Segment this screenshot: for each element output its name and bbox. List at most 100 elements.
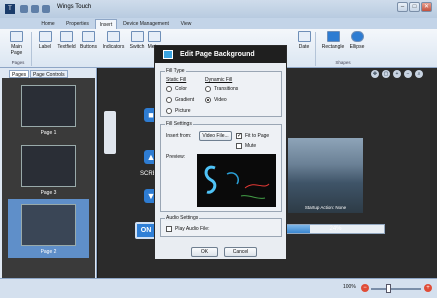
fill-settings-group: Fill Settings Insert from: Video File...… [160, 121, 282, 212]
fill-type-group: Fill Type Static Fill Dynamic Fill Color… [160, 68, 282, 117]
static-fill-label: Static Fill [166, 77, 187, 83]
audio-settings-group: Audio Settings Play Audio File: [160, 215, 282, 237]
fit-to-page-checkbox[interactable] [236, 132, 242, 139]
dialog-title: Edit Page Background [180, 51, 255, 58]
zoom-out-icon[interactable]: − [404, 70, 412, 78]
progress-bar: 24% [286, 224, 385, 234]
window-title: Wings Touch [57, 4, 92, 10]
color-option-label: Color [175, 86, 187, 92]
textfield-button[interactable]: Textfield [56, 31, 77, 50]
tab-view[interactable]: View [175, 19, 197, 29]
label-icon [38, 31, 52, 42]
ellipse-button[interactable]: Ellipse [348, 31, 366, 50]
progress-label: 24% [329, 226, 342, 232]
zoom-level: 100% [343, 284, 356, 290]
minimize-button[interactable]: – [397, 2, 408, 12]
tab-properties[interactable]: Properties [61, 19, 94, 29]
maximize-button[interactable]: □ [409, 2, 420, 12]
meter-icon [147, 31, 161, 42]
calendar-icon [297, 31, 311, 42]
indicators-icon [107, 31, 120, 42]
insert-from-label: Insert from: [166, 133, 192, 139]
app-logo-icon[interactable]: T [5, 4, 15, 14]
cancel-button[interactable]: Cancel [224, 247, 257, 257]
photo-caption: Startup Action: None [304, 205, 347, 210]
tab-page-controls[interactable]: Page Controls [30, 70, 68, 78]
dynamic-fill-label: Dynamic Fill [205, 77, 233, 83]
edit-page-background-dialog: Edit Page Background Fill Type Static Fi… [154, 45, 287, 260]
dialog-title-bar: Edit Page Background [155, 46, 286, 63]
rectangle-button[interactable]: Rectangle [319, 31, 347, 50]
startup-image[interactable]: Startup Action: None [288, 138, 363, 213]
page-thumbnail-list[interactable]: Page 1 Page 3 Page 2 [2, 78, 95, 283]
fill-settings-legend: Fill Settings [165, 121, 193, 127]
page-background-icon [163, 50, 173, 59]
page-label: Page 3 [40, 190, 57, 196]
zoom-in-button[interactable]: + [424, 284, 432, 292]
ribbon-separator [31, 32, 32, 66]
picture-option-label: Picture [175, 108, 191, 114]
fit-icon[interactable]: ▢ [382, 70, 390, 78]
play-audio-label: Play Audio File: [175, 226, 210, 232]
ribbon-separator [315, 32, 316, 66]
gradient-option-label: Gradient [175, 97, 195, 103]
rectangle-icon [326, 31, 340, 42]
video-preview-image [204, 165, 270, 199]
tab-home[interactable]: Home [36, 19, 60, 29]
video-file-button[interactable]: Video File... [199, 131, 232, 141]
ok-button[interactable]: OK [191, 247, 218, 257]
tab-pages[interactable]: Pages [9, 70, 30, 78]
transitions-radio[interactable] [205, 86, 211, 92]
page-label: Page 2 [40, 249, 57, 255]
page-thumbnail[interactable]: Page 1 [8, 85, 89, 136]
label-button[interactable]: Label [35, 31, 55, 50]
tab-device-management[interactable]: Device Management [118, 19, 174, 29]
transitions-option-label: Transitions [214, 86, 239, 92]
zoom-out-button[interactable]: − [361, 284, 369, 292]
panel-collapse-handle[interactable] [104, 111, 116, 154]
group-pages-label: Pages [11, 60, 25, 65]
fill-type-legend: Fill Type [165, 68, 186, 74]
ellipse-icon [350, 31, 364, 42]
video-radio[interactable] [205, 97, 211, 103]
zoom-in-icon[interactable]: + [393, 70, 401, 78]
color-radio[interactable] [166, 86, 172, 92]
buttons-button[interactable]: Buttons [78, 31, 99, 50]
textfield-icon [60, 31, 73, 42]
switch-icon [130, 31, 144, 42]
ribbon-tabs: Home Properties Insert Device Management… [0, 18, 437, 29]
page-thumbnail[interactable]: Page 3 [8, 145, 89, 196]
video-option-label: Video [214, 97, 227, 103]
redo-icon[interactable] [42, 5, 50, 13]
page-preview-image [21, 145, 76, 187]
zoom-slider-handle[interactable] [386, 284, 391, 293]
main-page-icon [10, 31, 23, 42]
buttons-icon [82, 31, 95, 42]
indicators-button[interactable]: Indicators [100, 31, 127, 50]
main-page-button[interactable]: Main Page [8, 31, 25, 56]
play-audio-checkbox[interactable] [166, 226, 172, 232]
title-bar: T Wings Touch – □ ✕ [0, 0, 437, 18]
picture-radio[interactable] [166, 108, 172, 114]
page-preview-image [21, 204, 76, 246]
date-button[interactable]: Date [297, 31, 311, 50]
page-thumbnail-selected[interactable]: Page 2 [8, 199, 89, 258]
save-icon[interactable] [20, 5, 28, 13]
tab-insert[interactable]: Insert [95, 19, 117, 29]
close-button[interactable]: ✕ [421, 2, 432, 12]
status-bar: 100% − + [0, 278, 437, 298]
switch-button[interactable]: Switch [128, 31, 146, 50]
page-preview-image [21, 85, 76, 127]
pages-panel: Pages Page Controls Page 1 Page 3 Page 2 [0, 68, 97, 298]
zoom-reset-icon[interactable]: ⌕ [415, 70, 423, 78]
fit-to-page-label: Fit to Page [245, 133, 270, 139]
page-label: Page 1 [40, 130, 57, 136]
preview-label: Preview: [166, 154, 186, 160]
zoom-slider[interactable] [371, 288, 421, 290]
mute-checkbox[interactable] [236, 143, 242, 149]
audio-settings-legend: Audio Settings [165, 215, 200, 221]
gradient-radio[interactable] [166, 97, 172, 103]
undo-icon[interactable] [31, 5, 39, 13]
move-icon[interactable]: ✥ [371, 70, 379, 78]
mute-label: Mute [245, 143, 257, 149]
